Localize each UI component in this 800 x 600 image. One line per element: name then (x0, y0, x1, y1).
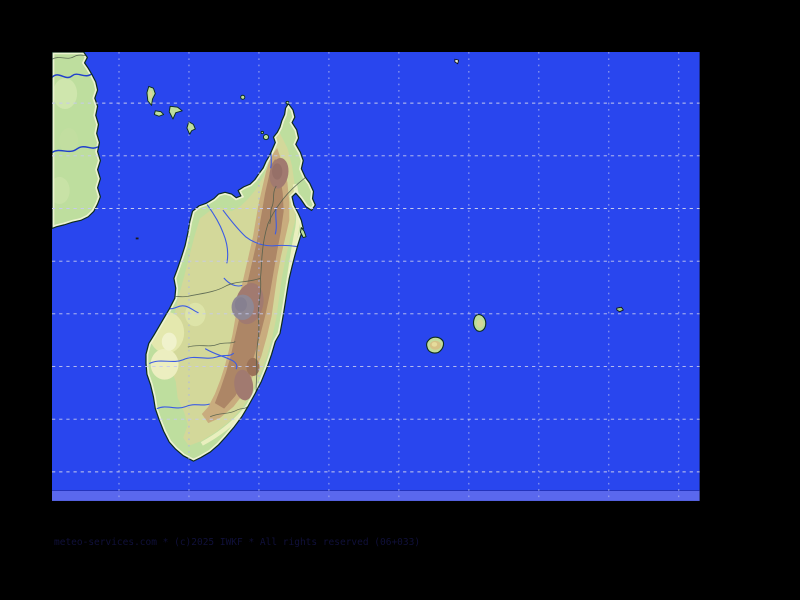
nosy-mitsio-island (261, 131, 263, 133)
screenshot-root: meteo-services.com * (c)2025 IWKF * All … (0, 0, 800, 600)
glorioso-island (241, 95, 245, 99)
karthala-ridge (149, 90, 152, 98)
reunion-island (427, 337, 444, 353)
footer-bar (52, 490, 700, 501)
footer-credit-text: meteo-services.com * (c)2025 IWKF * All … (54, 537, 746, 548)
cap-ambre-islet (286, 101, 289, 104)
juan-de-nova-island (136, 238, 139, 240)
ocean (52, 52, 700, 490)
mauritius-island (474, 314, 486, 331)
nosy-be-island (263, 135, 268, 140)
weather-map-canvas (52, 52, 748, 548)
africa-mainland (52, 52, 100, 228)
